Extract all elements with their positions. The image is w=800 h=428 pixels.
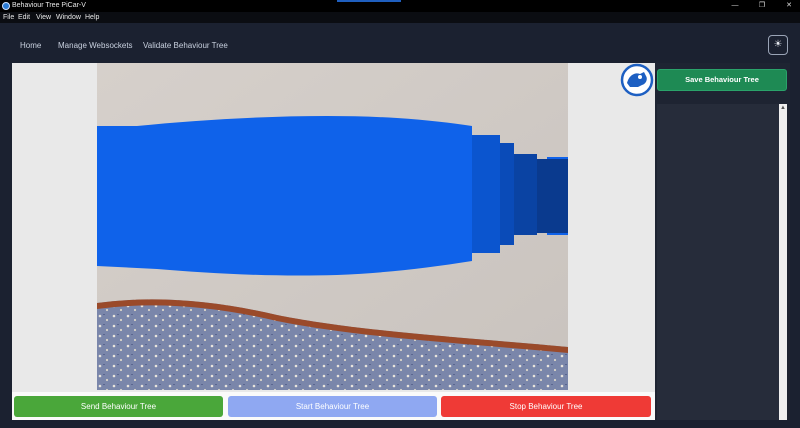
menu-view[interactable]: View (36, 13, 51, 22)
menu-help[interactable]: Help (85, 13, 99, 22)
sidebar-content (657, 104, 781, 420)
sidebar-scrollbar[interactable]: ▲ (779, 104, 787, 420)
stop-behaviour-tree-button[interactable]: Stop Behaviour Tree (441, 396, 651, 417)
sun-icon: ☀ (773, 39, 783, 50)
nav-validate-behaviour-tree[interactable]: Validate Behaviour Tree (143, 41, 228, 51)
scroll-up-icon[interactable]: ▲ (780, 104, 786, 112)
title-bar: Behaviour Tree PiCar-V — ❐ ✕ (0, 0, 800, 12)
title-accent (337, 0, 401, 2)
menu-window[interactable]: Window (56, 13, 81, 22)
navbar: Home Manage Websockets Validate Behaviou… (0, 23, 800, 63)
camera-feed (97, 63, 568, 390)
maximize-button[interactable]: ❐ (751, 0, 773, 12)
save-behaviour-tree-button[interactable]: Save Behaviour Tree (657, 69, 787, 91)
nav-home[interactable]: Home (20, 41, 41, 51)
camera-image (97, 63, 568, 390)
menu-file[interactable]: File (3, 13, 14, 22)
start-behaviour-tree-button[interactable]: Start Behaviour Tree (228, 396, 437, 417)
menu-edit[interactable]: Edit (18, 13, 30, 22)
nav-manage-websockets[interactable]: Manage Websockets (58, 41, 133, 51)
send-behaviour-tree-button[interactable]: Send Behaviour Tree (14, 396, 223, 417)
close-button[interactable]: ✕ (778, 0, 800, 12)
app-logo (620, 63, 654, 97)
theme-toggle-button[interactable]: ☀ (768, 35, 788, 55)
window-title: Behaviour Tree PiCar-V (12, 2, 86, 9)
app-logo-icon (2, 2, 10, 10)
minimize-button[interactable]: — (724, 0, 746, 12)
menu-bar: File Edit View Window Help (0, 12, 800, 23)
